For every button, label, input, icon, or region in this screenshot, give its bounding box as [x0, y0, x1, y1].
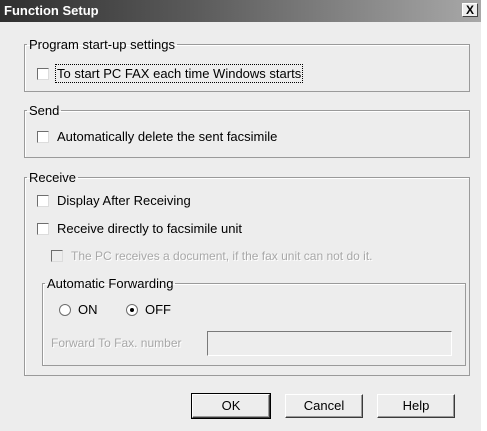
forward-number-label: Forward To Fax. number	[51, 336, 182, 350]
forwarding-off-radio[interactable]	[126, 303, 138, 316]
forward-number-label-row: Forward To Fax. number	[51, 336, 182, 350]
start-pcfax-label[interactable]: To start PC FAX each time Windows starts	[54, 64, 304, 83]
forward-number-field	[207, 331, 452, 356]
help-button[interactable]: Help	[377, 394, 455, 418]
forwarding-off-option[interactable]: OFF	[126, 302, 171, 317]
auto-delete-checkbox[interactable]	[37, 130, 49, 143]
startup-group: Program start-up settings	[24, 37, 470, 92]
receive-directly-option[interactable]: Receive directly to facsimile unit	[37, 221, 242, 236]
start-pcfax-checkbox[interactable]	[37, 67, 49, 80]
pc-receives-label: The PC receives a document, if the fax u…	[71, 249, 373, 263]
receive-directly-label[interactable]: Receive directly to facsimile unit	[57, 221, 242, 236]
pc-receives-option: The PC receives a document, if the fax u…	[51, 249, 373, 263]
forwarding-on-option[interactable]: ON	[59, 302, 98, 317]
function-setup-dialog: Function Setup X Program start-up settin…	[0, 0, 481, 431]
title-bar: Function Setup X	[0, 0, 481, 22]
display-after-checkbox[interactable]	[37, 194, 49, 207]
startup-group-legend: Program start-up settings	[29, 37, 175, 52]
send-group-legend: Send	[29, 103, 60, 118]
display-after-option[interactable]: Display After Receiving	[37, 193, 191, 208]
forwarding-on-radio[interactable]	[59, 303, 71, 316]
auto-delete-label[interactable]: Automatically delete the sent facsimile	[57, 129, 277, 144]
pc-receives-checkbox	[51, 250, 63, 262]
forwarding-on-label[interactable]: ON	[78, 302, 98, 317]
forwarding-group-legend: Automatic Forwarding	[47, 276, 174, 291]
receive-directly-checkbox[interactable]	[37, 222, 49, 235]
forwarding-off-label[interactable]: OFF	[145, 302, 171, 317]
auto-delete-option[interactable]: Automatically delete the sent facsimile	[37, 129, 277, 144]
start-pcfax-option[interactable]: To start PC FAX each time Windows starts	[37, 64, 304, 83]
ok-button[interactable]: OK	[191, 393, 271, 419]
dialog-title: Function Setup	[4, 3, 99, 18]
display-after-label[interactable]: Display After Receiving	[57, 193, 191, 208]
cancel-button[interactable]: Cancel	[285, 394, 363, 418]
close-button[interactable]: X	[462, 3, 478, 17]
receive-group-legend: Receive	[29, 170, 76, 185]
